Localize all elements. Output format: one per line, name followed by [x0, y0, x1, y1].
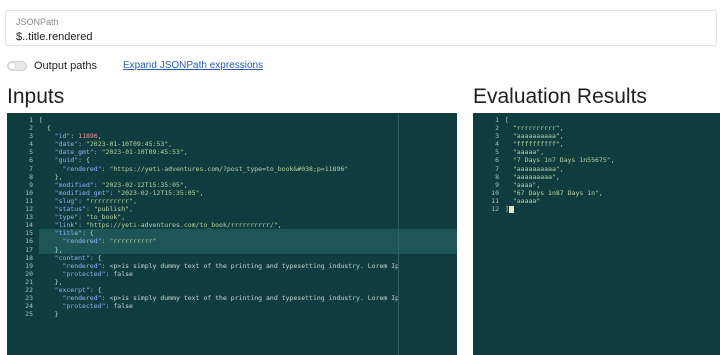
inputs-code-line: "link": "https://yeti-adventures.com/to_…	[54, 221, 282, 230]
inputs-line-number: 8	[29, 172, 33, 181]
results-code-line: "rrrrrrrrrr",	[512, 124, 564, 133]
results-code-line: ]	[505, 205, 720, 213]
inputs-code-line: "guid": {	[54, 156, 90, 165]
inputs-line-numbers: 1 2 3 4 5 6 7 8 9 10 11 12 13 14 15 16 17 18 19 20 21 22 23 24 2…	[7, 116, 33, 318]
inputs-code-line: "date_gmt": "2023-01-10T09:45:53",	[54, 148, 188, 157]
results-line-number: 3	[495, 132, 499, 141]
inputs-code-line: "modified_gmt": "2023-02-12T15:35:05",	[54, 188, 204, 197]
inputs-line-number: 16	[25, 237, 33, 246]
inputs-line-number: 6	[29, 156, 33, 165]
inputs-code-line: }	[39, 310, 59, 319]
results-line-number: 7	[495, 164, 499, 173]
inputs-line-number: 12	[25, 205, 33, 214]
inputs-code-line: "rendered": "rrrrrrrrrr"	[39, 237, 457, 246]
inputs-line-number: 23	[25, 294, 33, 303]
results-code-line: "7 Days 1n7 Days 1n55675",	[512, 156, 615, 165]
results-code-line: "aaaaaaaaaa",	[512, 132, 564, 141]
inputs-code-line: "protected": false	[62, 302, 133, 311]
inputs-line-number: 25	[25, 310, 33, 319]
results-line-number: 9	[495, 180, 499, 189]
results-code-line: "aaaaa"	[512, 196, 541, 205]
jsonpath-field[interactable]: JSONPath	[5, 10, 717, 46]
results-line-number: 1	[495, 116, 499, 124]
results-line-number: 10	[491, 188, 499, 197]
results-code-line: "aaaaaaaaa",	[512, 172, 560, 181]
inputs-line-number: 22	[25, 285, 33, 294]
inputs-editor[interactable]: 1 2 3 4 5 6 7 8 9 10 11 12 13 14 15 16 17 18 19 20 21 22 23 24 2…	[7, 113, 457, 355]
results-line-number: 8	[495, 172, 499, 181]
inputs-code-line: [	[39, 116, 43, 124]
jsonpath-input[interactable]	[16, 30, 706, 44]
inputs-code-line: },	[39, 245, 457, 254]
inputs-line-number: 15	[25, 229, 33, 238]
inputs-line-number: 13	[25, 213, 33, 222]
inputs-code-line: "protected": false	[62, 269, 133, 278]
results-code-line: [	[505, 116, 509, 124]
inputs-line-number: 7	[29, 164, 33, 173]
inputs-line-number: 21	[25, 277, 33, 286]
inputs-code-line: {	[39, 124, 51, 133]
inputs-line-number: 4	[29, 140, 33, 149]
inputs-code-line: "title": {	[39, 229, 457, 238]
results-line-number: 12	[491, 205, 499, 214]
inputs-line-number: 20	[25, 269, 33, 278]
inputs-code-line: "rendered": <p>is simply dummy text of t…	[62, 261, 400, 270]
inputs-code-line: "content": {	[54, 253, 102, 262]
inputs-code-line: "excerpt": {	[54, 285, 102, 294]
inputs-heading: Inputs	[7, 85, 65, 108]
inputs-code-line: "modified": "2023-02-12T15:35:05",	[54, 180, 188, 189]
output-paths-label: Output paths	[34, 60, 97, 72]
results-code-line: "aaaaa",	[512, 148, 545, 157]
inputs-line-number: 1	[29, 116, 33, 124]
inputs-line-number: 17	[25, 245, 33, 254]
jsonpath-label: JSONPath	[16, 17, 59, 27]
inputs-line-number: 14	[25, 221, 33, 230]
inputs-line-number: 11	[25, 196, 33, 205]
results-code-line: "67 Days 1n87 Days 1n",	[512, 188, 603, 197]
inputs-code[interactable]: [ { "id": 11896, "date": "2023-01-10T09:…	[39, 116, 457, 318]
inputs-code-line: "slug": "rrrrrrrrrr",	[54, 196, 137, 205]
inputs-code-line: "rendered": "https://yeti-adventures.com…	[62, 164, 349, 173]
editor-ruler	[398, 113, 399, 355]
inputs-code-line: },	[39, 277, 63, 286]
text-cursor	[508, 205, 514, 213]
results-code-line: "aaaaaaaaaa",	[512, 164, 564, 173]
inputs-code-line: "id": 11896,	[54, 132, 102, 141]
inputs-line-number: 5	[29, 148, 33, 157]
inputs-code-line: "date": "2023-01-10T09:45:53",	[54, 140, 173, 149]
results-line-number: 2	[495, 124, 499, 133]
output-paths-toggle[interactable]	[7, 61, 27, 71]
inputs-line-number: 18	[25, 253, 33, 262]
inputs-code-line: },	[39, 172, 63, 181]
results-line-number: 11	[491, 196, 499, 205]
inputs-line-number: 19	[25, 261, 33, 270]
inputs-line-number: 9	[29, 180, 33, 189]
expand-jsonpath-link[interactable]: Expand JSONPath expressions	[123, 60, 263, 71]
inputs-code-line: "rendered": <p>is simply dummy text of t…	[62, 294, 400, 303]
inputs-line-number: 24	[25, 302, 33, 311]
inputs-code-line: "type": "to_book",	[54, 213, 126, 222]
results-code-line: "aaaa",	[512, 180, 541, 189]
inputs-line-number: 3	[29, 132, 33, 141]
results-editor[interactable]: 1 2 3 4 5 6 7 8 9 10 11 12 [ "rrrrrrrrrr", "aaaaaaa…	[473, 113, 720, 355]
results-line-number: 6	[495, 156, 499, 165]
toggle-knob	[9, 63, 15, 69]
results-line-numbers: 1 2 3 4 5 6 7 8 9 10 11 12	[473, 116, 499, 213]
results-code-line: "ffffffffff",	[512, 140, 564, 149]
inputs-code-line: "status": "publish",	[54, 205, 133, 214]
evaluation-results-heading: Evaluation Results	[473, 85, 647, 108]
results-line-number: 5	[495, 148, 499, 157]
results-code[interactable]: [ "rrrrrrrrrr", "aaaaaaaaaa", "fffffffff…	[505, 116, 720, 213]
results-line-number: 4	[495, 140, 499, 149]
inputs-line-number: 10	[25, 188, 33, 197]
inputs-line-number: 2	[29, 124, 33, 133]
